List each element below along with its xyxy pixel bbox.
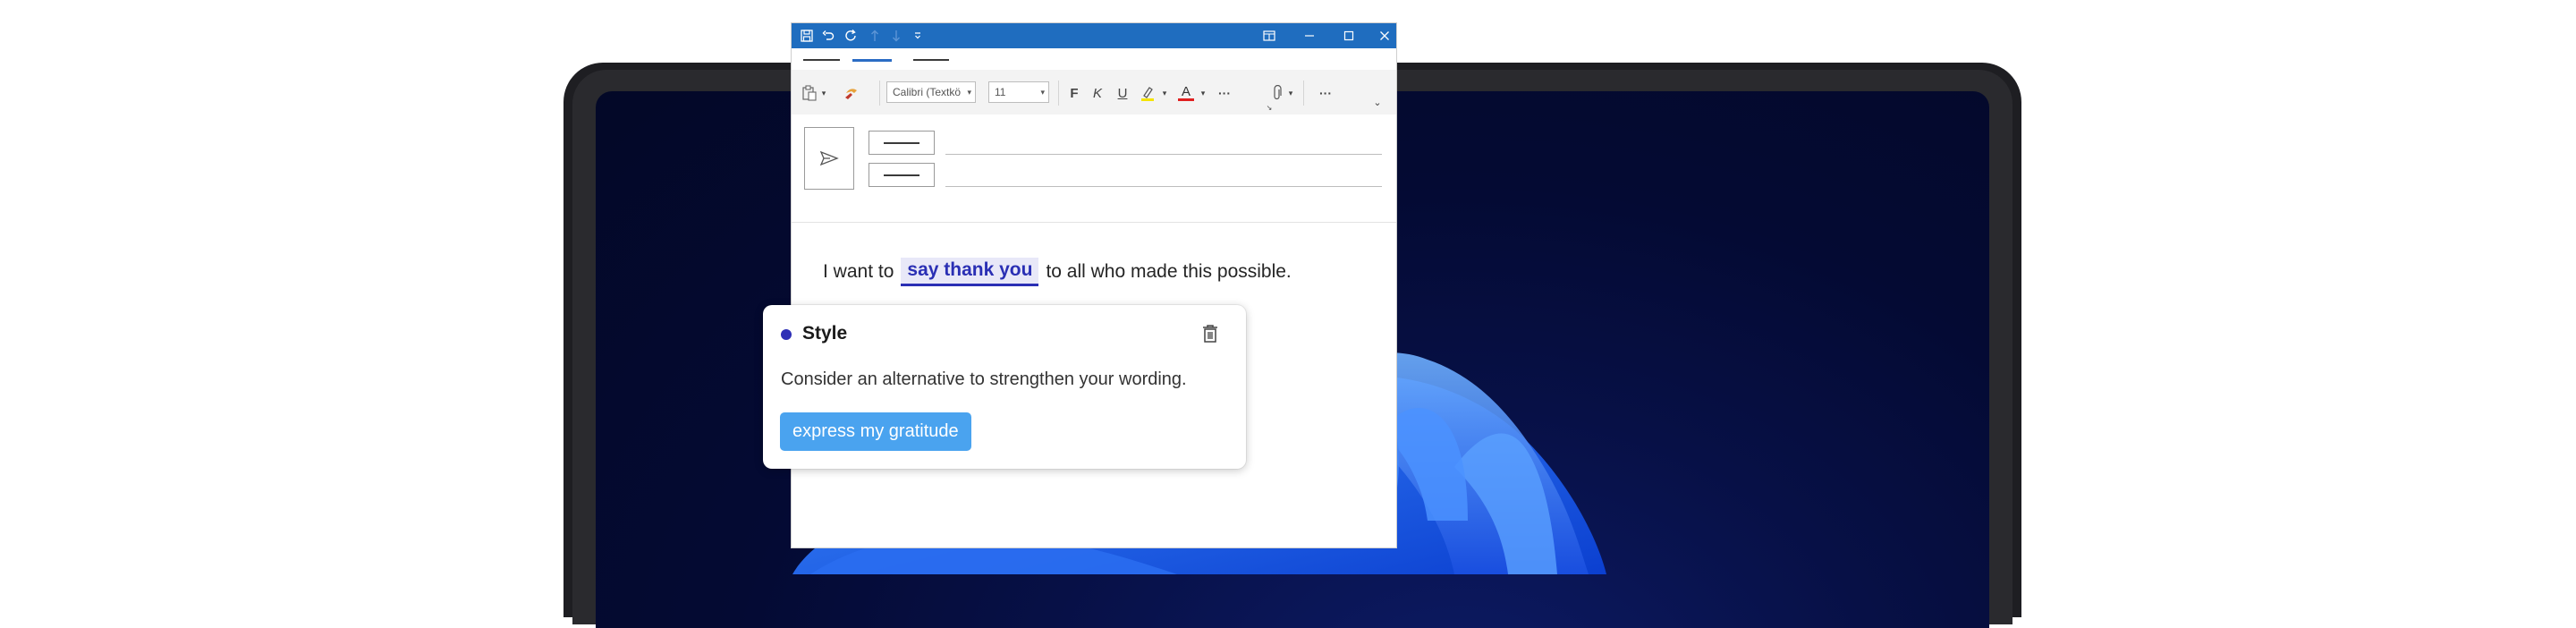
category-dot: [781, 329, 792, 340]
flagged-phrase[interactable]: say thank you: [901, 258, 1039, 286]
paste-icon[interactable]: [801, 82, 818, 104]
cc-button-label: [884, 174, 919, 176]
body-text-after: to all who made this possible.: [1046, 261, 1292, 282]
undo-icon[interactable]: [817, 23, 840, 48]
ribbon-separator: [1058, 81, 1059, 106]
highlight-dropdown-icon[interactable]: ▾: [1159, 82, 1170, 104]
ribbon-expand-icon[interactable]: ⌄: [1371, 91, 1384, 113]
arrow-up-icon[interactable]: [863, 23, 886, 48]
close-icon[interactable]: [1373, 23, 1396, 48]
tab-file[interactable]: [803, 59, 840, 61]
suggestion-message: Consider an alternative to strengthen yo…: [781, 369, 1187, 389]
accept-suggestion-button[interactable]: express my gratitude: [780, 412, 971, 451]
to-field[interactable]: [945, 154, 1382, 155]
save-icon[interactable]: [795, 23, 818, 48]
underline-button[interactable]: U: [1112, 82, 1133, 104]
bold-button[interactable]: F: [1063, 82, 1085, 104]
send-button[interactable]: [804, 127, 854, 190]
body-text-before: I want to: [823, 261, 894, 282]
attach-dropdown-icon[interactable]: ▾: [1285, 82, 1296, 104]
cc-field[interactable]: [945, 186, 1382, 187]
minimize-icon[interactable]: [1298, 23, 1321, 48]
send-icon: [819, 150, 839, 166]
title-bar: [792, 23, 1396, 48]
suggestion-card: Style Consider an alternative to strengt…: [763, 305, 1246, 469]
tab-insert[interactable]: [913, 59, 949, 61]
font-color-bar: [1178, 98, 1194, 101]
chevron-down-icon: ▾: [1040, 88, 1045, 97]
font-name-value: Calibri (Textkö: [893, 86, 962, 98]
more-formatting-button[interactable]: ···: [1212, 82, 1237, 104]
font-color-button[interactable]: A: [1174, 82, 1198, 104]
font-size-dropdown[interactable]: 11 ▾: [988, 81, 1049, 103]
to-button[interactable]: [869, 131, 935, 155]
format-painter-icon[interactable]: [842, 82, 861, 104]
font-color-label: A: [1181, 84, 1191, 99]
font-size-value: 11: [995, 86, 1006, 98]
more-options-button[interactable]: ···: [1312, 82, 1339, 104]
to-button-label: [884, 141, 919, 144]
font-color-dropdown-icon[interactable]: ▾: [1198, 82, 1208, 104]
ribbon-display-options-icon[interactable]: [1258, 23, 1281, 48]
chevron-down-icon: ▾: [967, 88, 971, 97]
message-body[interactable]: I want to say thank you to all who made …: [823, 258, 1292, 286]
customize-quick-access-icon[interactable]: [906, 23, 929, 48]
highlight-color-icon[interactable]: [1136, 82, 1159, 104]
outlook-compose-window: ▾ Calibri (Textkö ▾ 11 ▾ F K U ▾ A ▾ ···…: [792, 23, 1396, 547]
paste-dropdown-icon[interactable]: ▾: [818, 82, 829, 104]
ribbon-separator: [879, 81, 880, 106]
ribbon-separator: [1303, 81, 1304, 106]
ribbon-toolbar: ▾ Calibri (Textkö ▾ 11 ▾ F K U ▾ A ▾ ···…: [792, 70, 1396, 115]
italic-button[interactable]: K: [1087, 82, 1108, 104]
maximize-icon[interactable]: [1337, 23, 1360, 48]
font-name-dropdown[interactable]: Calibri (Textkö ▾: [886, 81, 976, 103]
arrow-down-icon[interactable]: [885, 23, 908, 48]
redo-icon[interactable]: [840, 23, 863, 48]
suggestion-category: Style: [802, 323, 848, 344]
cc-button[interactable]: [869, 163, 935, 187]
trash-icon[interactable]: [1199, 321, 1222, 346]
tab-message[interactable]: [852, 59, 892, 62]
message-header: [792, 115, 1396, 223]
